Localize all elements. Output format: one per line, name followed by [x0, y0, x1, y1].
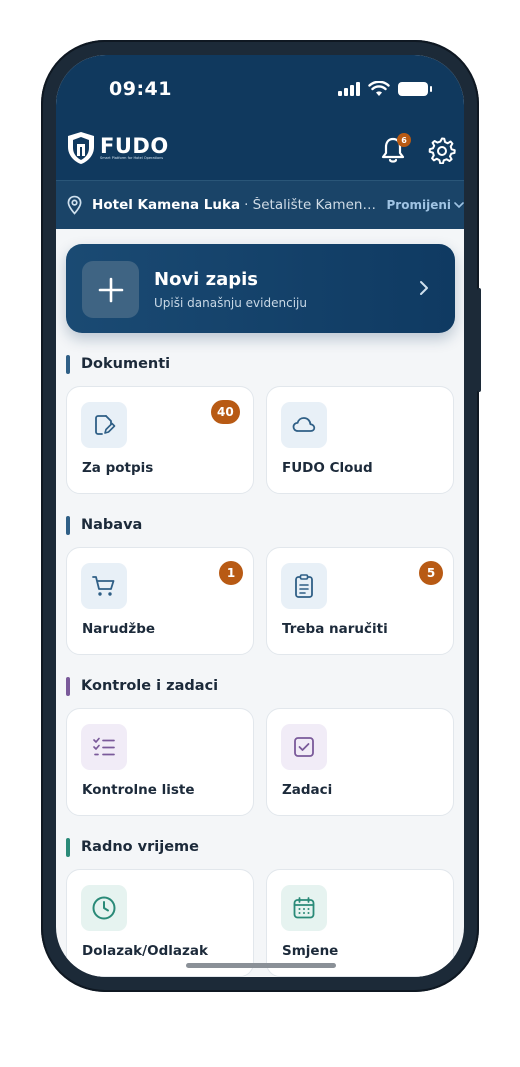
- tile-label: Dolazak/Odlazak: [82, 943, 208, 959]
- calendar-icon: [281, 885, 327, 931]
- tile-treba-naruciti[interactable]: Treba naručiti 5: [266, 547, 454, 655]
- tile-label: Narudžbe: [82, 621, 156, 637]
- chevron-right-icon: [420, 281, 428, 295]
- gear-icon[interactable]: [428, 136, 456, 164]
- battery-icon: [398, 82, 432, 96]
- change-hotel-label: Promijeni: [386, 198, 451, 212]
- cart-icon: [81, 563, 127, 609]
- logo-tagline: Smart Platform for Hotel Operations: [100, 155, 164, 160]
- home-indicator[interactable]: [186, 963, 336, 968]
- new-entry-title: Novi zapis: [154, 269, 258, 290]
- tile-dolazak-odlazak[interactable]: Dolazak/Odlazak: [66, 869, 254, 977]
- signal-icon: [338, 82, 360, 96]
- address-separator: ·: [244, 197, 249, 213]
- section-controls-title: Kontrole i zadaci: [66, 676, 218, 696]
- location-pin-icon: [67, 195, 82, 215]
- checklist-icon: [81, 724, 127, 770]
- tile-narudzbe[interactable]: Narudžbe 1: [66, 547, 254, 655]
- hotel-name: Hotel Kamena Luka: [92, 197, 241, 213]
- tile-fudo-cloud[interactable]: FUDO Cloud: [266, 386, 454, 494]
- tile-label: Treba naručiti: [282, 621, 388, 637]
- count-badge: 40: [211, 400, 240, 424]
- section-documents-title: Dokumenti: [66, 354, 170, 374]
- tile-label: FUDO Cloud: [282, 460, 373, 476]
- section-procurement-title: Nabava: [66, 515, 142, 535]
- count-badge: 1: [219, 561, 243, 585]
- tile-za-potpis[interactable]: Za potpis 40: [66, 386, 254, 494]
- status-icons: [338, 81, 432, 97]
- address-text: Šetalište Kamena…: [252, 197, 380, 213]
- tile-label: Zadaci: [282, 782, 333, 798]
- chevron-down-icon: [454, 201, 464, 208]
- status-time: 09:41: [109, 78, 172, 100]
- hotel-address: · Šetalište Kamena…: [244, 197, 379, 213]
- tile-label: Smjene: [282, 943, 339, 959]
- hotel-selector[interactable]: Hotel Kamena Luka · Šetalište Kamena… Pr…: [56, 180, 464, 229]
- sign-document-icon: [81, 402, 127, 448]
- side-button: [477, 288, 481, 392]
- new-entry-subtitle: Upiši današnju evidenciju: [154, 296, 307, 310]
- tile-zadaci[interactable]: Zadaci: [266, 708, 454, 816]
- clipboard-list-icon: [281, 563, 327, 609]
- new-entry-card[interactable]: Novi zapis Upiši današnju evidenciju: [66, 244, 455, 333]
- count-badge: 5: [419, 561, 443, 585]
- wifi-icon: [368, 81, 390, 96]
- check-square-icon: [281, 724, 327, 770]
- change-hotel-button[interactable]: Promijeni: [387, 198, 464, 212]
- tile-label: Kontrolne liste: [82, 782, 195, 798]
- app-logo: FUDO Smart Platform for Hotel Operations: [66, 131, 169, 165]
- cloud-icon: [281, 402, 327, 448]
- clock-icon: [81, 885, 127, 931]
- tile-label: Za potpis: [82, 460, 154, 476]
- logo-text: FUDO: [100, 133, 169, 158]
- section-working-hours-title: Radno vrijeme: [66, 837, 199, 857]
- tile-kontrolne-liste[interactable]: Kontrolne liste: [66, 708, 254, 816]
- shield-logo-icon: [68, 132, 94, 164]
- app-screen: 09:41 FUDO Smart Platform for Hotel Oper…: [56, 55, 464, 977]
- notification-badge: 6: [397, 133, 411, 147]
- app-header: 09:41 FUDO Smart Platform for Hotel Oper…: [56, 55, 464, 229]
- plus-icon: [82, 261, 139, 318]
- tile-smjene[interactable]: Smjene: [266, 869, 454, 977]
